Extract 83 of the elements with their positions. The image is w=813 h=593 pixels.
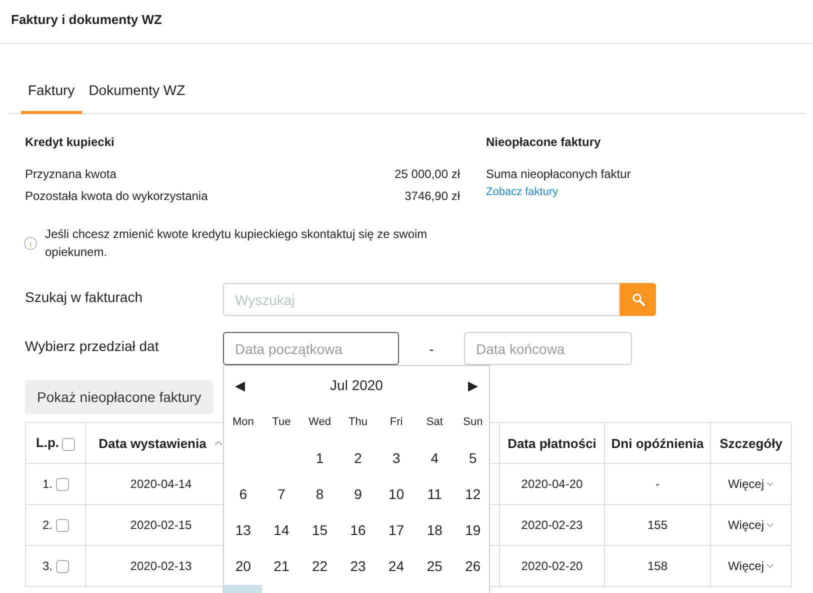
page-title: Faktury i dokumenty WZ xyxy=(11,12,162,27)
column-header: L.p. xyxy=(36,435,60,450)
more-link[interactable]: Więcej xyxy=(728,477,764,491)
day-cell[interactable]: 20 xyxy=(224,548,262,584)
checkbox[interactable] xyxy=(62,438,76,451)
day-cell[interactable]: 5 xyxy=(454,440,489,476)
info-icon xyxy=(24,236,37,250)
credit-label: Pozostała kwota do wykorzystania xyxy=(25,189,208,205)
table-cell: 155 xyxy=(647,518,668,532)
next-month-button[interactable]: ▶ xyxy=(468,378,478,392)
search-field[interactable]: Wyszukaj xyxy=(223,283,620,316)
column-header[interactable]: Data wystawienia xyxy=(98,436,206,450)
day-cell[interactable]: 25 xyxy=(415,548,454,584)
day-cell[interactable]: 19 xyxy=(454,512,489,548)
day-cell[interactable]: 11 xyxy=(415,476,454,512)
search-icon xyxy=(632,293,644,306)
day-cell[interactable]: 24 xyxy=(377,548,416,584)
unpaid-label: Suma nieopłaconych faktur xyxy=(486,167,631,181)
more-link[interactable]: Więcej xyxy=(728,518,764,532)
more-link[interactable]: Więcej xyxy=(728,559,764,573)
section-title: Kredyt kupiecki xyxy=(25,135,116,149)
section-title: Nieopłacone faktury xyxy=(486,135,602,149)
day-cell[interactable]: 1 xyxy=(300,440,339,476)
tab[interactable]: Dokumenty WZ xyxy=(82,76,192,114)
weekday-label: Tue xyxy=(271,415,292,430)
info-text: Jeśli chcesz zmienić kwote kredytu kupieckiego skontaktuj się ze swoim opiekunem. xyxy=(45,226,428,261)
show-unpaid-button[interactable]: Pokaż nieopłacone faktury xyxy=(25,380,214,414)
table-cell: 158 xyxy=(647,559,668,573)
end-date-field[interactable]: Data końcowa xyxy=(464,332,632,365)
day-cell[interactable]: 17 xyxy=(377,512,416,548)
day-cell[interactable]: 14 xyxy=(262,512,301,548)
table-cell: 2020-02-20 xyxy=(521,559,583,573)
date-range-label: Wybierz przedział dat xyxy=(25,337,160,354)
table-cell: - xyxy=(656,477,660,491)
checkbox[interactable] xyxy=(56,519,68,532)
day-cell[interactable]: 22 xyxy=(300,548,339,584)
day-cell[interactable]: 26 xyxy=(454,548,489,584)
weekday-label: Sun xyxy=(462,415,484,430)
previous-month-button[interactable]: ◀ xyxy=(235,378,245,392)
day-cell[interactable]: 10 xyxy=(377,476,416,512)
start-date-field[interactable]: Data początkowa xyxy=(223,332,399,365)
day-cell[interactable]: 3 xyxy=(377,440,416,476)
row-number: 3. xyxy=(42,558,52,573)
table-cell: 2020-02-23 xyxy=(521,518,583,532)
month-title: Jul 2020 xyxy=(330,377,383,393)
row-number: 1. xyxy=(42,476,52,491)
range-separator: - xyxy=(428,340,435,357)
table-cell: 2020-02-15 xyxy=(130,518,192,532)
credit-value: 25 000,00 zł xyxy=(394,167,460,183)
table-cell: 2020-02-13 xyxy=(130,559,192,573)
day-cell[interactable]: 8 xyxy=(300,476,339,512)
tab[interactable]: Faktury xyxy=(21,76,82,114)
checkbox[interactable] xyxy=(56,478,68,492)
day-cell[interactable]: 6 xyxy=(224,476,262,512)
search-label: Szukaj w fakturach xyxy=(25,288,144,305)
weekday-label: Wed xyxy=(308,415,332,430)
day-cell[interactable]: 18 xyxy=(415,512,454,548)
search-button[interactable] xyxy=(620,283,656,316)
chevron-down-icon xyxy=(766,563,774,569)
day-cell[interactable]: 13 xyxy=(224,512,262,548)
table-cell: 2020-04-20 xyxy=(521,477,583,491)
credit-label: Przyznana kwota xyxy=(25,167,116,183)
column-header: Szczegóły xyxy=(720,436,782,450)
day-cell[interactable]: 15 xyxy=(300,512,339,548)
weekday-label: Mon xyxy=(231,415,255,430)
show-invoices-link[interactable]: Zobacz faktury xyxy=(486,186,631,198)
row-number: 2. xyxy=(42,518,52,532)
day-cell[interactable]: 12 xyxy=(454,476,489,512)
weekday-label: Thu xyxy=(348,415,369,430)
chevron-down-icon xyxy=(766,522,774,528)
chevron-down-icon xyxy=(766,481,774,487)
credit-value: 3746,90 zł xyxy=(404,189,460,205)
day-cell[interactable]: 7 xyxy=(262,476,301,512)
day-cell[interactable]: 16 xyxy=(338,512,378,548)
day-cell[interactable]: 23 xyxy=(338,548,378,584)
day-cell[interactable]: 2 xyxy=(338,440,378,476)
checkbox[interactable] xyxy=(56,560,68,574)
weekday-label: Fri xyxy=(388,415,404,430)
day-cell[interactable]: 21 xyxy=(262,548,301,584)
table-cell: 2020-04-14 xyxy=(130,477,192,491)
day-cell[interactable]: 9 xyxy=(338,476,378,512)
weekday-label: Sat xyxy=(425,415,444,430)
day-cell[interactable]: 4 xyxy=(415,440,454,476)
